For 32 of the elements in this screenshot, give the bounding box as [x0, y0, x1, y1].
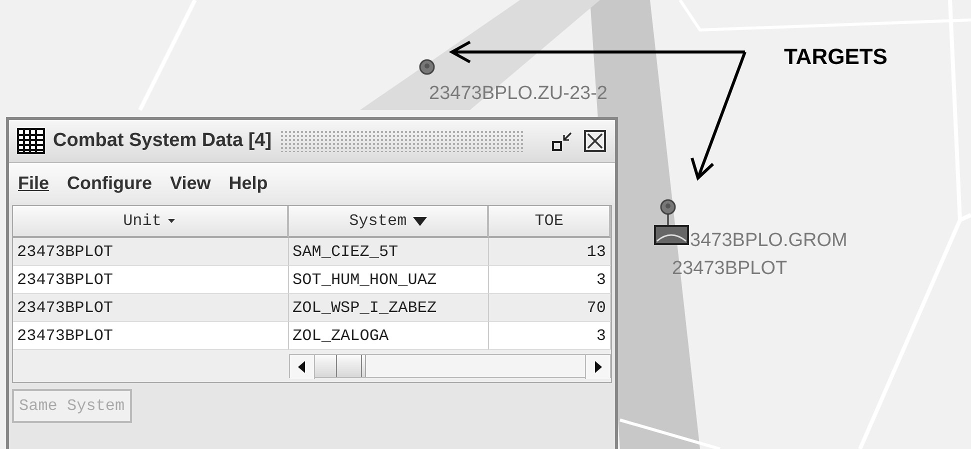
table-cell: 23473BPLOT	[13, 238, 289, 266]
close-icon[interactable]	[583, 129, 607, 153]
table-icon	[17, 128, 45, 154]
table-cell: 3	[489, 322, 611, 350]
horizontal-scrollbar[interactable]	[289, 354, 611, 378]
marker-label: 3473BPLO.GROM	[690, 230, 848, 252]
table-cell: 23473BPLOT	[13, 294, 289, 322]
unit-marker-icon[interactable]	[654, 199, 690, 245]
column-header[interactable]: Unit	[13, 206, 289, 238]
scroll-left-icon[interactable]	[290, 355, 315, 379]
table-cell: 70	[489, 294, 611, 322]
menu-item[interactable]: Configure	[67, 172, 152, 194]
table-cell: 23473BPLOT	[13, 266, 289, 294]
menu-item[interactable]: View	[170, 172, 211, 194]
menu-item[interactable]: Help	[228, 172, 268, 194]
menu-item[interactable]: File	[18, 172, 50, 194]
marker-label: 23473BPLO.ZU-23-2	[429, 83, 608, 105]
unit-marker-icon[interactable]	[419, 59, 435, 75]
table-cell: ZOL_ZALOGA	[288, 322, 490, 350]
table-cell: 13	[489, 238, 611, 266]
column-header[interactable]: TOE	[489, 206, 611, 238]
marker-label: 23473BPLOT	[672, 258, 788, 280]
table-cell: ZOL_WSP_I_ZABEZ	[288, 294, 490, 322]
scroll-thumb[interactable]	[315, 355, 366, 377]
annotation-label: TARGETS	[784, 44, 888, 70]
scroll-right-icon[interactable]	[585, 355, 610, 379]
table-cell: 3	[489, 266, 611, 294]
window-title: Combat System Data [4]	[53, 130, 272, 152]
column-header[interactable]: System	[288, 206, 490, 238]
table-cell: SOT_HUM_HON_UAZ	[288, 266, 490, 294]
table-cell: SAM_CIEZ_5T	[288, 238, 490, 266]
table-cell: 23473BPLOT	[13, 322, 289, 350]
